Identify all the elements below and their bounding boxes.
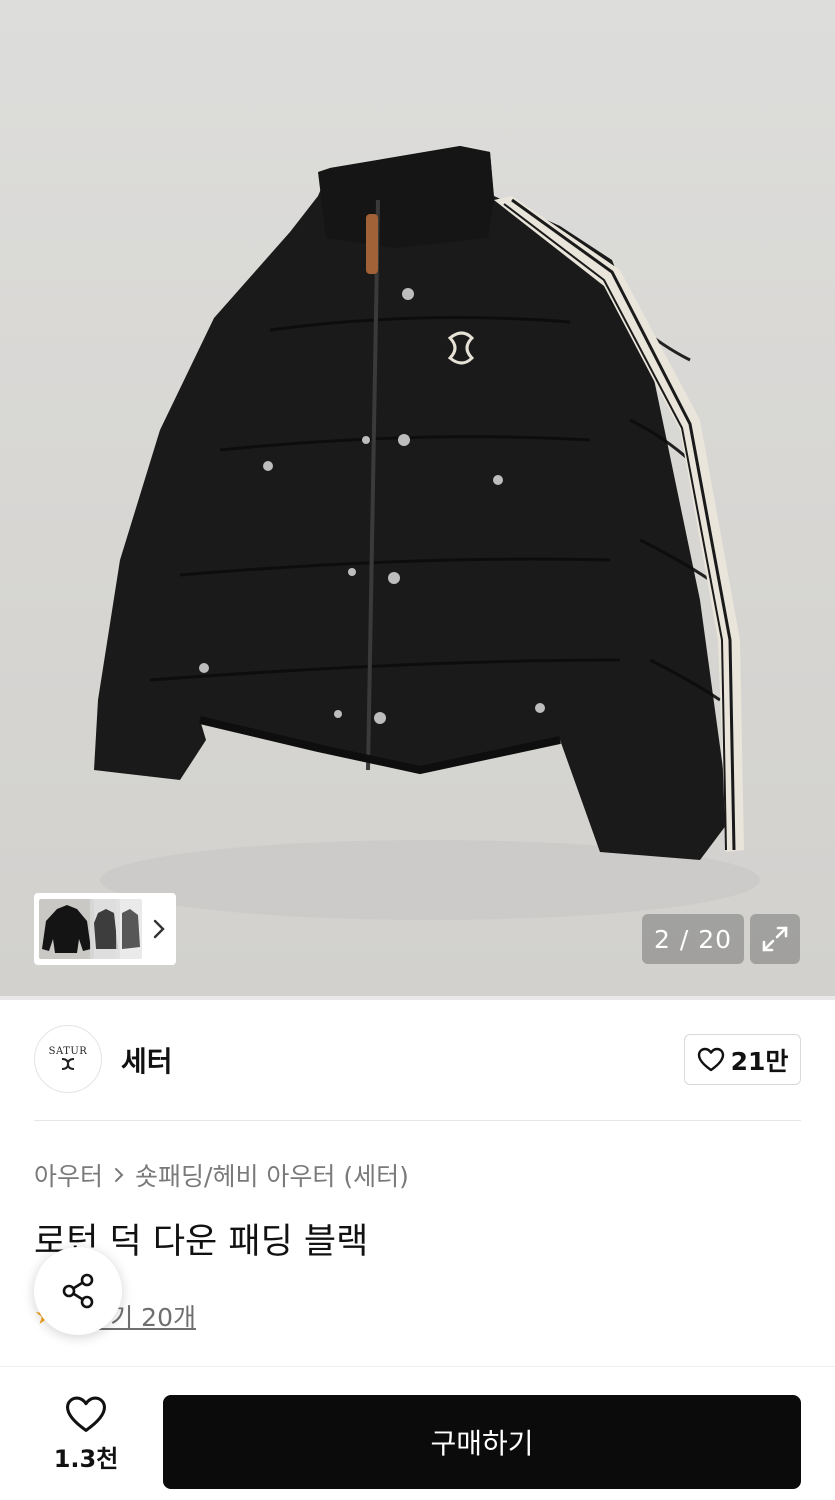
heart-icon [66,1396,106,1432]
image-counter: 2 / 20 [642,914,744,964]
thumbnail-1[interactable] [37,897,96,961]
divider [34,1120,801,1121]
product-photo [94,146,760,920]
brand-logo-text: SATUR [48,1046,88,1057]
wishlist-button[interactable]: 1.3천 [34,1395,138,1485]
thumbnail-jacket-icon [122,909,140,949]
expand-button[interactable] [750,914,800,964]
thumbnail-3[interactable] [116,899,142,959]
brand-like-count: 21만 [730,1046,789,1076]
share-button[interactable] [34,1247,122,1335]
breadcrumb-category[interactable]: 아우터 [34,1157,103,1193]
hero-divider [0,996,835,1000]
breadcrumb: 아우터 숏패딩/헤비 아우터 (세터) [34,1157,409,1193]
bottom-action-bar: 1.3천 구매하기 [0,1366,835,1500]
breadcrumb-subcategory[interactable]: 숏패딩/헤비 아우터 (세터) [135,1157,409,1193]
expand-icon [762,926,788,952]
thumbnail-strip[interactable] [34,893,176,965]
brand-emblem-icon [61,1058,75,1070]
share-icon [62,1273,94,1309]
brand-name[interactable]: 세터 [121,1040,173,1080]
wishlist-count: 1.3천 [53,1445,119,1473]
chevron-right-icon [115,1168,124,1182]
buy-button[interactable]: 구매하기 [163,1395,801,1489]
chevron-right-icon [153,919,165,939]
product-image-gallery[interactable]: 2 / 20 [0,0,835,996]
brand-logo[interactable]: SATUR [34,1025,102,1093]
thumbnail-jacket-icon [42,905,91,953]
heart-icon [697,1047,724,1071]
brand-like-button[interactable]: 21만 [684,1034,801,1085]
thumbnail-next-button[interactable] [148,913,170,945]
